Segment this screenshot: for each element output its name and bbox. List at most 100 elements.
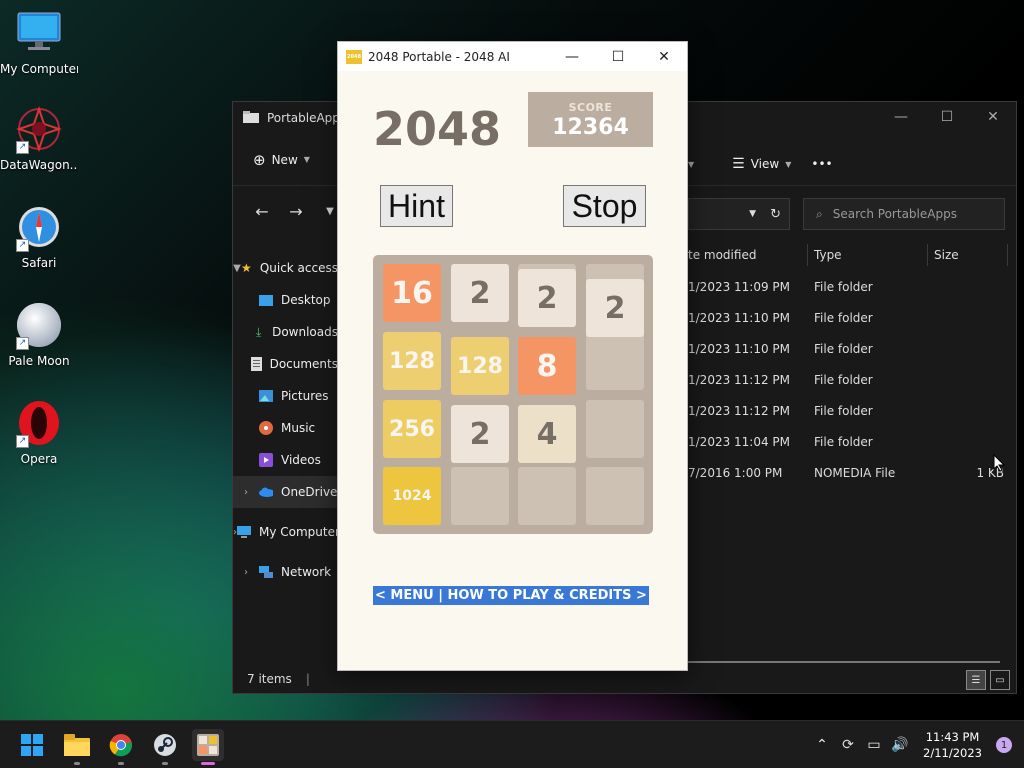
- maximize-button[interactable]: ☐: [924, 102, 970, 132]
- sidebar-item-desktop[interactable]: Desktop: [233, 284, 338, 316]
- sidebar-item-label: Quick access: [259, 261, 338, 275]
- safari-compass-icon: ↗: [16, 204, 62, 252]
- sidebar-item-music[interactable]: Music: [233, 412, 338, 444]
- shortcut-arrow-icon: ↗: [16, 337, 29, 350]
- address-bar[interactable]: ▼ ↻: [688, 198, 790, 230]
- chrome-icon: [109, 734, 133, 757]
- column-header-date-modified[interactable]: te modified: [688, 244, 808, 266]
- desktop-icon-datawagon[interactable]: ↗ DataWagon...: [0, 105, 78, 172]
- show-hidden-icons-chevron-icon[interactable]: ⌃: [809, 737, 835, 753]
- sidebar-item-network[interactable]: › Network: [233, 556, 338, 588]
- search-icon: ⌕: [816, 206, 823, 221]
- tile: 2: [451, 264, 509, 322]
- desktop-icon-label: Opera: [20, 452, 58, 466]
- search-input[interactable]: ⌕ Search PortableApps: [803, 198, 1005, 230]
- desktop-icon-my-computer[interactable]: My Computer: [0, 10, 78, 76]
- sidebar-item-documents[interactable]: Documents: [233, 348, 338, 380]
- table-row[interactable]: 1/2023 11:12 PM File folder: [688, 364, 1016, 395]
- table-row[interactable]: 1/2023 11:09 PM File folder: [688, 271, 1016, 302]
- view-button[interactable]: ☰ View ▼: [722, 148, 801, 180]
- sidebar-item-quick-access[interactable]: ▼ ★ Quick access: [233, 252, 338, 284]
- minimize-button[interactable]: —: [549, 42, 595, 71]
- chevron-down-icon: ▼: [303, 155, 310, 164]
- table-row[interactable]: 7/2016 1:00 PM NOMEDIA File 1 KB: [688, 457, 1016, 488]
- refresh-icon[interactable]: ↻: [770, 207, 781, 222]
- large-icons-view-button[interactable]: ▭: [990, 670, 1010, 690]
- download-icon: ⤓: [255, 324, 262, 339]
- monitor-icon: [237, 525, 251, 539]
- column-header-size[interactable]: Size: [928, 244, 1008, 266]
- opera-icon: ↗: [16, 400, 62, 448]
- volume-icon[interactable]: 🔊: [887, 737, 913, 753]
- taskbar-steam[interactable]: [149, 729, 181, 765]
- chevron-down-icon[interactable]: ▼: [688, 160, 694, 169]
- table-row[interactable]: 1/2023 11:10 PM File folder: [688, 333, 1016, 364]
- game-window[interactable]: 2048 2048 Portable - 2048 AI — ☐ ✕ 2048 …: [337, 41, 688, 671]
- horizontal-scrollbar[interactable]: [688, 661, 1000, 663]
- taskbar-2048-app[interactable]: [192, 729, 224, 765]
- new-button[interactable]: ⊕ New ▼: [243, 144, 320, 176]
- file-explorer-icon: [64, 734, 90, 756]
- monitor-icon: [16, 10, 62, 56]
- menu-how-to-play-credits-link[interactable]: < MENU | HOW TO PLAY & CREDITS >: [373, 586, 649, 605]
- chevron-right-icon[interactable]: ›: [233, 567, 259, 578]
- desktop-icon-pale-moon[interactable]: ↗ Pale Moon: [0, 302, 78, 368]
- cell-modified: 1/2023 11:12 PM: [688, 372, 791, 387]
- search-placeholder: Search PortableApps: [832, 207, 957, 221]
- desktop-icon-safari[interactable]: ↗ Safari: [0, 204, 78, 270]
- table-row[interactable]: 1/2023 11:12 PM File folder: [688, 395, 1016, 426]
- shortcut-arrow-icon: ↗: [16, 141, 29, 154]
- close-button[interactable]: ✕: [641, 42, 687, 71]
- start-button[interactable]: [16, 729, 48, 761]
- sidebar-item-label: Downloads: [272, 325, 338, 339]
- clock[interactable]: 11:43 PM 2/11/2023: [913, 729, 992, 761]
- sidebar-item-my-computer[interactable]: › My Computer: [233, 516, 338, 548]
- tile: 16: [383, 264, 441, 322]
- tile: 2: [451, 405, 509, 463]
- details-view-button[interactable]: ☰: [966, 670, 986, 690]
- close-button[interactable]: ✕: [970, 102, 1016, 132]
- videos-icon: [259, 453, 273, 467]
- game-window-title: 2048 Portable - 2048 AI: [368, 49, 510, 64]
- tile: 128: [451, 337, 509, 395]
- tile: 128: [383, 332, 441, 390]
- tile: 2: [518, 269, 576, 327]
- notification-badge[interactable]: 1: [996, 737, 1012, 753]
- maximize-button[interactable]: ☐: [595, 42, 641, 71]
- column-header-type[interactable]: Type: [808, 244, 928, 266]
- mouse-cursor-icon: [993, 454, 1005, 472]
- game-titlebar[interactable]: 2048 2048 Portable - 2048 AI — ☐ ✕: [338, 42, 687, 71]
- chevron-right-icon[interactable]: ›: [233, 487, 259, 498]
- chevron-down-icon[interactable]: ▼: [233, 263, 241, 274]
- chevron-down-icon[interactable]: ▼: [749, 209, 756, 219]
- cell-modified: 1/2023 11:10 PM: [688, 341, 791, 356]
- minimize-button[interactable]: —: [878, 102, 924, 132]
- view-button-label: View: [750, 157, 780, 171]
- taskbar-file-explorer[interactable]: [61, 729, 93, 765]
- game-board[interactable]: 16 2 2 2 128 128 8 256 2 4 1024: [373, 255, 653, 534]
- score-box: SCORE 12364: [528, 92, 653, 147]
- forward-arrow-icon[interactable]: →: [279, 202, 313, 221]
- desktop-icon-opera[interactable]: ↗ Opera: [0, 400, 78, 466]
- desktop-icon-label: My Computer: [0, 62, 78, 76]
- score-label: SCORE: [568, 101, 613, 114]
- table-row[interactable]: 1/2023 11:10 PM File folder: [688, 302, 1016, 333]
- back-arrow-icon[interactable]: ←: [245, 202, 279, 221]
- grid-cell: [586, 400, 644, 458]
- plus-circle-icon: ⊕: [253, 150, 266, 169]
- star-icon: ★: [241, 261, 252, 275]
- taskbar-chrome[interactable]: [105, 729, 137, 765]
- sidebar-item-videos[interactable]: Videos: [233, 444, 338, 476]
- more-options-button[interactable]: •••: [801, 148, 842, 180]
- network-status-icon[interactable]: ▭: [861, 737, 887, 753]
- more-options-icon: •••: [811, 157, 833, 171]
- sidebar-item-downloads[interactable]: ⤓ Downloads: [233, 316, 338, 348]
- sync-icon[interactable]: ⟳: [835, 737, 861, 753]
- stop-button[interactable]: Stop: [563, 185, 646, 227]
- column-headers: te modified Type Size: [688, 242, 1016, 268]
- hint-button[interactable]: Hint: [380, 185, 453, 227]
- music-icon: [259, 421, 273, 435]
- sidebar-item-onedrive[interactable]: › OneDrive: [233, 476, 338, 508]
- table-row[interactable]: 1/2023 11:04 PM File folder: [688, 426, 1016, 457]
- sidebar-item-pictures[interactable]: Pictures: [233, 380, 338, 412]
